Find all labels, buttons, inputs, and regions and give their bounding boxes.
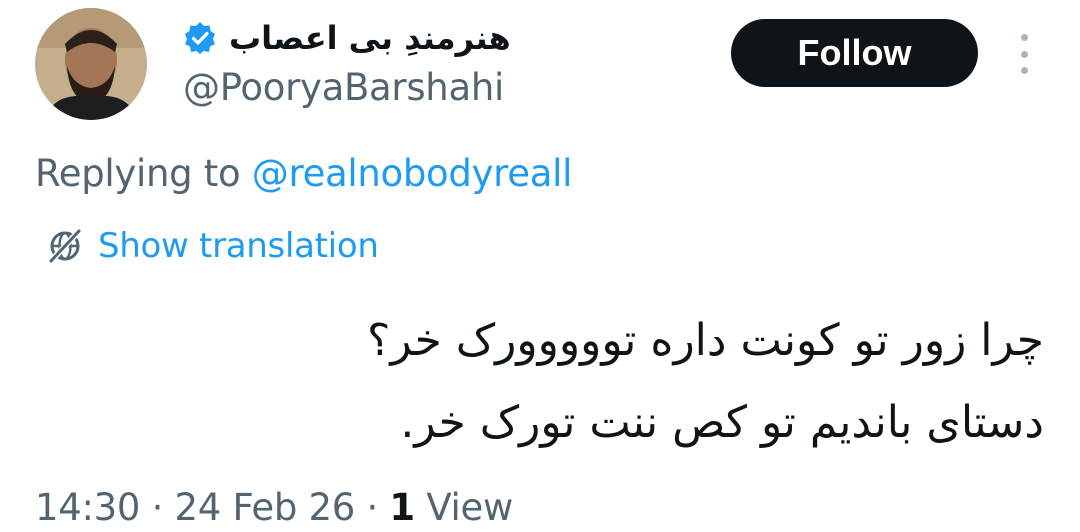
profile-photo xyxy=(35,8,147,120)
meta-separator: · xyxy=(140,486,175,529)
replying-to-label: Replying to xyxy=(35,152,252,195)
show-translation-label: Show translation xyxy=(98,226,379,266)
views-label: View xyxy=(414,486,513,529)
replying-to: Replying to @realnobodyreall xyxy=(35,152,572,195)
reply-mention-link[interactable]: @realnobodyreall xyxy=(252,152,573,195)
avatar[interactable] xyxy=(35,8,147,120)
follow-button[interactable]: Follow xyxy=(731,19,978,87)
user-handle[interactable]: @PooryaBarshahi xyxy=(183,66,504,109)
translate-globe-icon xyxy=(47,227,83,265)
views-count: 1 xyxy=(389,486,415,529)
tweet-line: دستای باندیم تو کص ننت تورک خر. xyxy=(400,397,1044,448)
tweet-text: چرا زور تو کونت داره تووووورک خر؟ دستای … xyxy=(144,300,1044,464)
tweet-line: چرا زور تو کونت داره تووووورک خر؟ xyxy=(366,315,1044,366)
tweet-time[interactable]: 14:30 xyxy=(35,486,140,529)
show-translation-button[interactable]: Show translation xyxy=(46,224,379,268)
display-name: هنرمندِ بی اعصاب xyxy=(229,19,511,57)
tweet-meta: 14:30 · 24 Feb 26 · 1 View xyxy=(35,486,513,529)
meta-separator: · xyxy=(355,486,390,529)
verified-badge-icon xyxy=(185,22,215,54)
tweet-date[interactable]: 24 Feb 26 xyxy=(175,486,356,529)
author-name-row[interactable]: هنرمندِ بی اعصاب xyxy=(183,14,511,62)
more-vertical-icon[interactable] xyxy=(1012,34,1036,74)
